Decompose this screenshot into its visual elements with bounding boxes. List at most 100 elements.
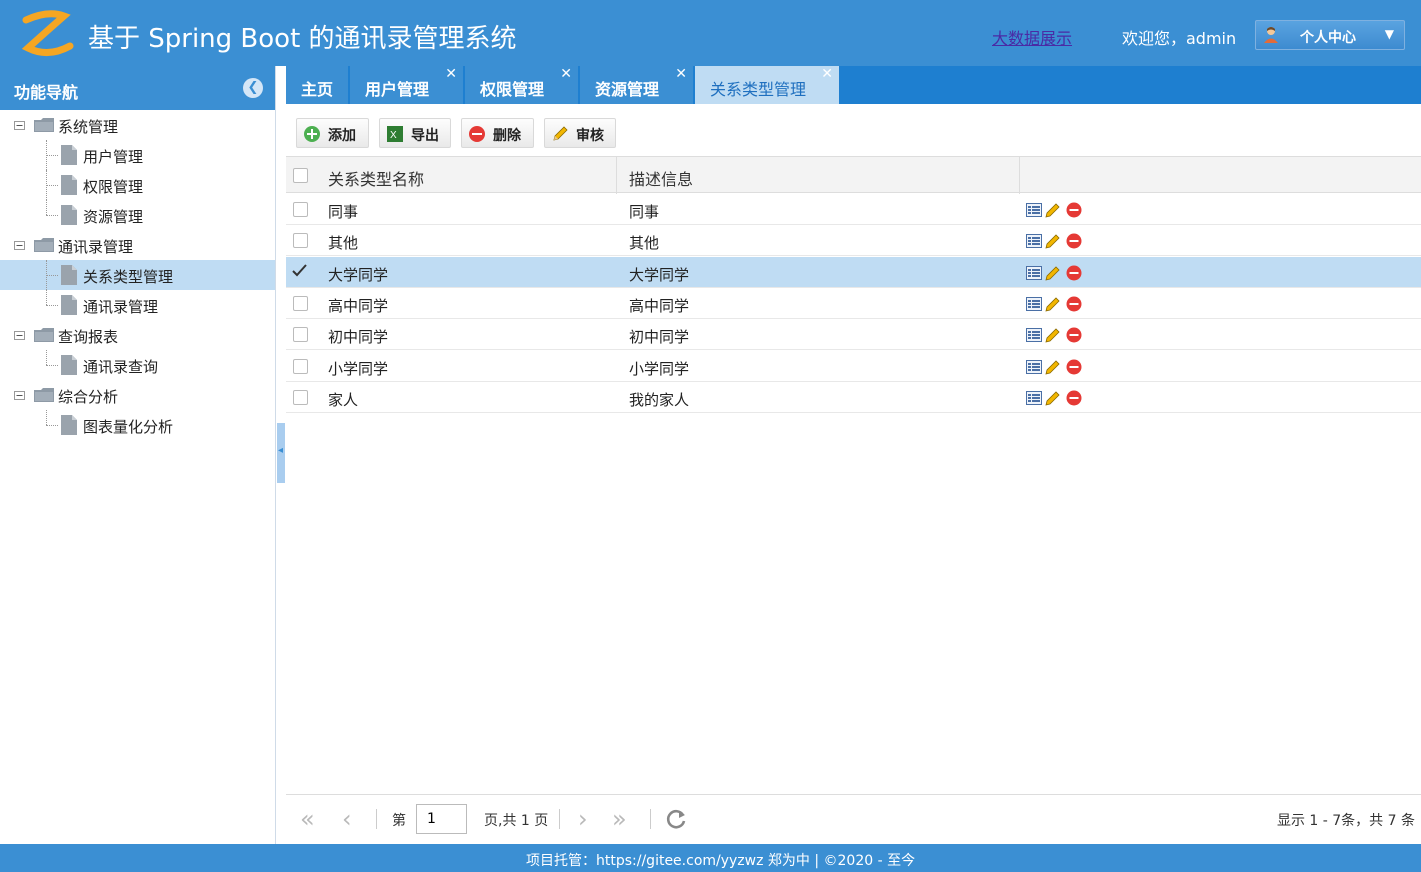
row-checkbox[interactable]	[293, 358, 308, 374]
cell-desc: 高中同学	[629, 296, 690, 315]
edit-icon[interactable]	[1045, 233, 1061, 249]
close-tab-icon[interactable]: ✕	[560, 66, 572, 82]
collapse-toggle-icon[interactable]	[14, 391, 25, 400]
view-detail-icon[interactable]	[1026, 390, 1042, 406]
app-title: 基于 Spring Boot 的通讯录管理系统	[88, 24, 517, 54]
edit-icon[interactable]	[1045, 265, 1061, 281]
tree-group[interactable]: 通讯录管理	[0, 230, 275, 260]
audit-button[interactable]: 审核	[544, 118, 616, 148]
row-checkbox[interactable]	[293, 389, 308, 405]
close-tab-icon[interactable]: ✕	[821, 66, 833, 82]
row-checkbox[interactable]	[292, 263, 307, 278]
user-center-menu[interactable]: 个人中心 ▼	[1255, 20, 1405, 50]
tree-item[interactable]: 权限管理	[0, 170, 275, 200]
edit-icon[interactable]	[1045, 390, 1061, 406]
view-detail-icon[interactable]	[1026, 327, 1042, 343]
next-page-icon[interactable]: ›	[578, 805, 588, 833]
cell-desc: 初中同学	[629, 328, 690, 347]
remove-icon[interactable]	[1066, 390, 1082, 406]
remove-icon[interactable]	[1066, 233, 1082, 249]
pagination-bar: « ‹ 第 页,共 1 页 › » 显示 1 - 7条，共 7 条	[286, 794, 1421, 844]
tree-item-label: 关系类型管理	[83, 268, 174, 286]
remove-icon[interactable]	[1066, 202, 1082, 218]
row-checkbox[interactable]	[293, 202, 308, 217]
edit-icon[interactable]	[1045, 327, 1061, 343]
edit-icon[interactable]	[1045, 359, 1061, 375]
column-divider	[616, 157, 617, 194]
remove-icon[interactable]	[1066, 327, 1082, 343]
row-checkbox[interactable]	[293, 233, 308, 249]
cell-desc: 我的家人	[629, 390, 690, 409]
bigdata-link[interactable]: 大数据展示	[992, 25, 1072, 49]
tree-group[interactable]: 系统管理	[0, 110, 275, 140]
footer-text: 项目托管：https://gitee.com/yyzwz 郑为中 | ©2020…	[526, 853, 916, 869]
table-row[interactable]: 初中同学 初中同学	[286, 319, 1421, 351]
table-row[interactable]: 高中同学 高中同学	[286, 288, 1421, 319]
add-icon	[304, 126, 320, 142]
collapse-toggle-icon[interactable]	[14, 121, 25, 130]
tree-group[interactable]: 综合分析	[0, 380, 275, 410]
file-icon	[61, 295, 77, 315]
select-all-checkbox[interactable]	[293, 168, 308, 183]
tree-group-label: 系统管理	[58, 118, 119, 136]
tree-item[interactable]: 资源管理	[0, 200, 275, 230]
prev-page-icon[interactable]: ‹	[342, 805, 352, 833]
folder-icon	[34, 118, 54, 132]
sidebar-title: 功能导航	[14, 83, 79, 102]
column-divider	[1019, 157, 1020, 194]
remove-icon[interactable]	[1066, 265, 1082, 281]
excel-icon: X	[387, 126, 403, 142]
first-page-icon[interactable]: «	[300, 805, 315, 833]
tree-item[interactable]: 关系类型管理	[0, 260, 275, 290]
tree-group[interactable]: 查询报表	[0, 320, 275, 350]
remove-icon[interactable]	[1066, 296, 1082, 312]
sidebar-splitter[interactable]: ◂	[277, 423, 285, 483]
delete-button[interactable]: 删除	[461, 118, 534, 148]
view-detail-icon[interactable]	[1026, 202, 1042, 218]
tree-item[interactable]: 用户管理	[0, 140, 275, 170]
remove-icon[interactable]	[1066, 359, 1082, 375]
view-detail-icon[interactable]	[1026, 359, 1042, 375]
edit-icon[interactable]	[1045, 296, 1061, 312]
tab[interactable]: 权限管理 ✕	[465, 66, 579, 104]
tab[interactable]: 关系类型管理 ✕	[695, 66, 840, 104]
row-checkbox[interactable]	[293, 295, 308, 311]
file-icon	[61, 205, 77, 225]
table-row[interactable]: 其他 其他	[286, 225, 1421, 257]
edit-icon[interactable]	[1045, 202, 1061, 218]
tree-item[interactable]: 通讯录管理	[0, 290, 275, 320]
close-tab-icon[interactable]: ✕	[445, 66, 457, 82]
tab[interactable]: 主页	[286, 66, 349, 104]
user-avatar-icon	[1264, 27, 1278, 43]
row-checkbox[interactable]	[293, 327, 308, 343]
view-detail-icon[interactable]	[1026, 233, 1042, 249]
close-tab-icon[interactable]: ✕	[675, 66, 687, 82]
tab-label: 主页	[301, 80, 334, 99]
table-row[interactable]: 大学同学 大学同学	[286, 256, 1421, 288]
tab[interactable]: 用户管理 ✕	[350, 66, 464, 104]
tab[interactable]: 资源管理 ✕	[580, 66, 694, 104]
nav-tree: 系统管理 用户管理 权限管理 资源管理 通讯录管理 关系类型管理 通讯录管理 查询报表 通讯录查…	[0, 110, 275, 440]
refresh-icon[interactable]	[665, 808, 687, 830]
collapse-toggle-icon[interactable]	[14, 241, 25, 250]
table-row[interactable]: 小学同学 小学同学	[286, 351, 1421, 382]
export-button[interactable]: X 导出	[379, 118, 451, 148]
view-detail-icon[interactable]	[1026, 296, 1042, 312]
pager-info: 显示 1 - 7条，共 7 条	[1276, 813, 1415, 829]
column-header-desc[interactable]: 描述信息	[629, 166, 693, 190]
table-row[interactable]: 同事 同事	[286, 194, 1421, 225]
tab-label: 资源管理	[595, 80, 660, 99]
tree-item[interactable]: 通讯录查询	[0, 350, 275, 380]
collapse-sidebar-icon[interactable]: ❮	[243, 78, 263, 98]
table-row[interactable]: 家人 我的家人	[286, 382, 1421, 413]
collapse-toggle-icon[interactable]	[14, 331, 25, 340]
cell-name: 家人	[328, 390, 359, 409]
page-number-input[interactable]	[416, 804, 467, 834]
tab-label: 关系类型管理	[710, 80, 807, 99]
add-button[interactable]: 添加	[296, 118, 369, 148]
top-header: 基于 Spring Boot 的通讯录管理系统 大数据展示 欢迎您，admin …	[0, 0, 1421, 66]
column-header-name[interactable]: 关系类型名称	[328, 166, 424, 190]
tree-item[interactable]: 图表量化分析	[0, 410, 275, 440]
view-detail-icon[interactable]	[1026, 265, 1042, 281]
last-page-icon[interactable]: »	[612, 805, 627, 833]
